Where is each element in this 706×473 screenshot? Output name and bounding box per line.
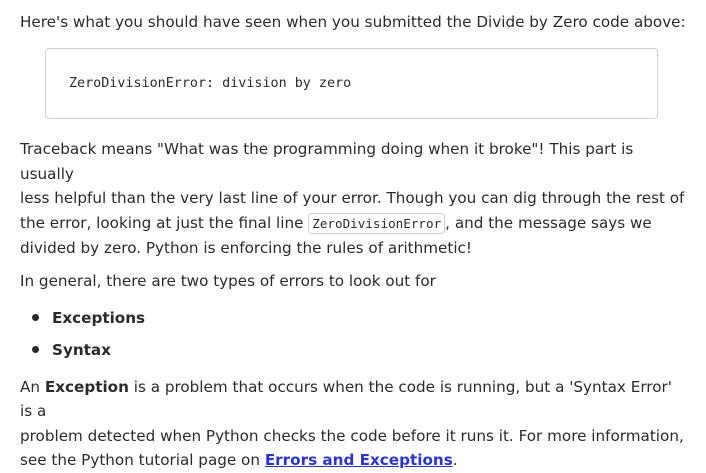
bullet-icon	[32, 313, 39, 321]
list-item-syntax: Syntax	[20, 334, 686, 366]
exception-line-2: problem detected when Python checks the …	[20, 426, 684, 445]
exception-line-3: see the Python tutorial page on	[20, 451, 265, 469]
traceback-line-4: divided by zero. Python is enforcing the…	[20, 239, 472, 257]
exception-prefix: An	[20, 377, 45, 396]
list-item-label: Exceptions	[52, 308, 146, 327]
exception-suffix: .	[452, 451, 458, 469]
traceback-line-3-after: , and the message says we	[445, 213, 652, 232]
traceback-paragraph: Traceback means "What was the programmin…	[20, 137, 686, 261]
error-types-intro: In general, there are two types of error…	[20, 271, 436, 290]
exception-bold: Exception	[44, 377, 129, 396]
errors-and-exceptions-link[interactable]: Errors and Exceptions	[265, 451, 453, 469]
list-item-exceptions: Exceptions	[20, 302, 686, 334]
list-item-label: Syntax	[52, 340, 111, 359]
content-page: Here's what you should have seen when yo…	[0, 0, 686, 473]
traceback-line-1: Traceback means "What was the programmin…	[20, 140, 634, 183]
inline-code-zerodivisionerror: ZeroDivisionError	[308, 212, 446, 234]
traceback-line-3-before: the error, looking at just the final lin…	[20, 213, 309, 232]
bullet-icon	[32, 345, 39, 353]
code-block-text: ZeroDivisionError: division by zero	[69, 75, 352, 91]
traceback-line-2: less helpful than the very last line of …	[20, 189, 685, 207]
exception-paragraph: An Exception is a problem that occurs wh…	[20, 375, 686, 473]
error-types-list: Exceptions Syntax	[20, 302, 686, 366]
code-block: ZeroDivisionError: division by zero	[45, 48, 658, 119]
intro-text: Here's what you should have seen when yo…	[20, 13, 686, 31]
